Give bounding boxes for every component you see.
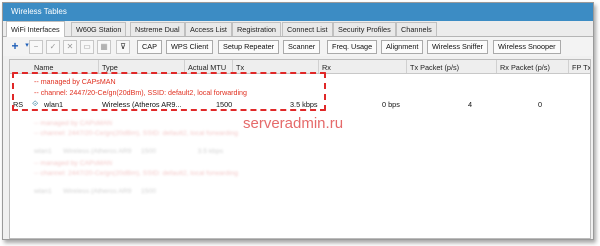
reset-counters-icon[interactable]: ▦ [97,40,111,54]
row-tx-packet: 4 [468,100,473,109]
alignment-button[interactable]: Alignment [381,40,424,54]
column-type[interactable]: Type [102,63,118,72]
reflection-row-4: -- managed by CAPsMAN [34,160,113,167]
column-tx-packet[interactable]: Tx Packet (p/s) [410,63,459,72]
reflection-row-5: -- channel: 2447/20-Ce/gn(20dBm), SSID: … [34,170,239,177]
window-title: Wireless Tables [11,7,67,16]
scanner-button[interactable]: Scanner [283,40,321,54]
tab-w60g-station[interactable]: W60G Station [71,22,127,36]
watermark: serveradmin.ru [243,115,344,132]
row-rx: 0 bps [382,100,400,109]
wireless-snooper-button[interactable]: Wireless Snooper [493,40,561,54]
tab-wifi-interfaces[interactable]: WiFi Interfaces [6,21,65,37]
tab-security-profiles[interactable]: Security Profiles [333,22,396,36]
tab-bar: WiFi Interfaces W60G Station Nstreme Dua… [3,21,593,37]
column-tx[interactable]: Tx [236,63,244,72]
column-rx[interactable]: Rx [322,63,331,72]
enable-icon[interactable]: ✓ [46,40,60,54]
filter-icon[interactable]: ⊽ [116,40,130,54]
reflection-row-1: -- managed by CAPsMAN [34,120,113,127]
title-bar: Wireless Tables [3,3,593,21]
reflection-row-2: -- channel: 2447/20-Ce/gn(20dBm), SSID: … [34,130,239,137]
wireless-sniffer-button[interactable]: Wireless Sniffer [427,40,488,54]
column-rx-packet[interactable]: Rx Packet (p/s) [500,63,550,72]
tab-access-list[interactable]: Access List [185,22,232,36]
freq-usage-button[interactable]: Freq. Usage [327,40,378,54]
tab-connect-list[interactable]: Connect List [282,22,333,36]
toolbar: + ▾ − ✓ ✕ ▭ ▦ ⊽ CAP WPS Client Setup Rep… [3,37,593,56]
column-actual-mtu[interactable]: Actual MTU [188,63,226,72]
setup-repeater-button[interactable]: Setup Repeater [218,40,280,54]
disable-icon[interactable]: ✕ [63,40,77,54]
row-rx-packet: 0 [538,100,543,109]
reflection-row-3: wlan1 Wireless (Atheros AR9 1500 3.5 kbp… [34,148,224,155]
wireless-tables-window: Wireless Tables WiFi Interfaces W60G Sta… [2,2,594,240]
tab-channels[interactable]: Channels [396,22,437,36]
tab-registration[interactable]: Registration [232,22,281,36]
reflection-row-6: wlan1 Wireless (Atheros AR9 1500 [34,188,157,195]
column-name[interactable]: Name [34,63,53,72]
remove-icon[interactable]: − [29,40,43,54]
cap-button[interactable]: CAP [137,40,163,54]
tab-nstreme-dual[interactable]: Nstreme Dual [130,22,185,36]
wps-client-button[interactable]: WPS Client [166,40,214,54]
highlight-box [12,72,326,111]
column-fp-tx[interactable]: FP Tx [572,63,590,72]
comment-icon[interactable]: ▭ [80,40,94,54]
